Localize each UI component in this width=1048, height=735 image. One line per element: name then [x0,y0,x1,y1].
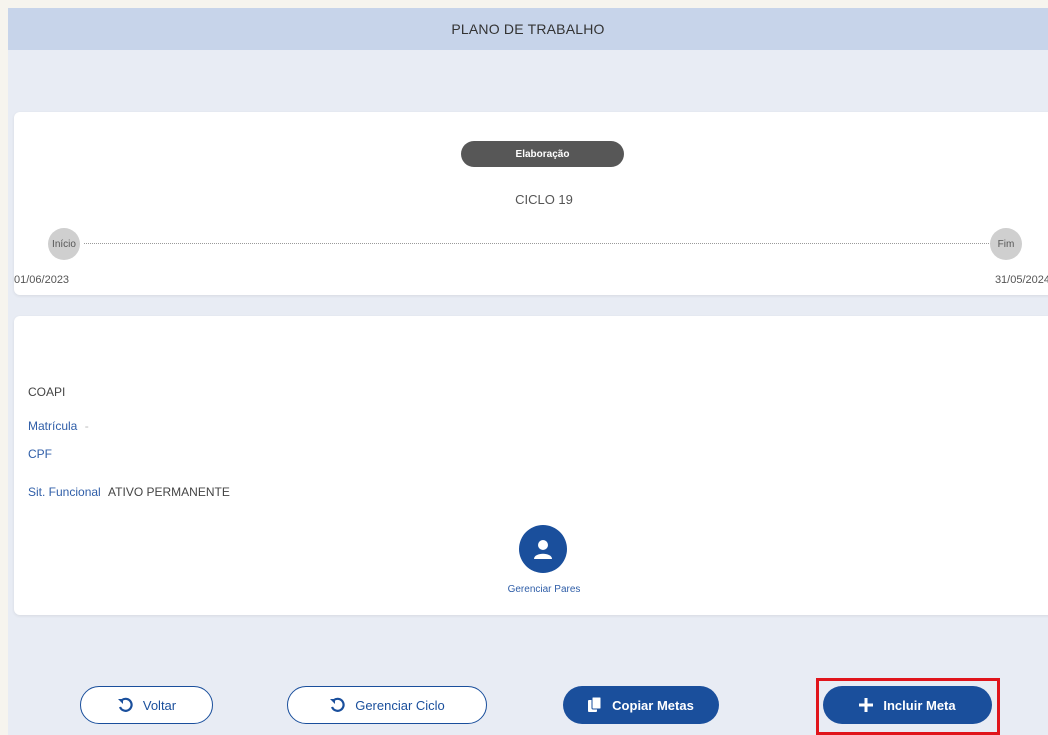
gerenciar-ciclo-button[interactable]: Gerenciar Ciclo [287,686,487,724]
sit-funcional-value: ATIVO PERMANENTE [108,485,230,499]
timeline-start-label: Início [52,238,76,250]
sit-funcional-label: Sit. Funcional [28,485,101,499]
matricula-value: - [84,419,89,433]
undo-icon [329,697,345,713]
copiar-metas-label: Copiar Metas [612,697,694,713]
sit-funcional-field: Sit. Funcional ATIVO PERMANENTE [28,485,230,499]
start-date: 01/06/2023 [14,274,70,286]
gerenciar-pares-label[interactable]: Gerenciar Pares [484,584,604,595]
gerenciar-pares-button[interactable] [519,525,567,573]
cycle-card: Elaboração CICLO 19 Início Fim 01/06/202… [14,112,1048,295]
status-badge: Elaboração [461,141,624,167]
copiar-metas-button[interactable]: Copiar Metas [563,686,719,724]
page-header: PLANO DE TRABALHO [8,8,1048,50]
unit-name: COAPI [28,385,66,399]
voltar-button[interactable]: Voltar [80,686,213,724]
timeline-end-node: Fim [990,228,1022,260]
timeline-line [84,243,999,244]
app-container: PLANO DE TRABALHO Elaboração CICLO 19 In… [8,8,1048,735]
end-date: 31/05/2024 [994,274,1048,286]
user-icon [531,537,555,561]
cycle-title: CICLO 19 [515,192,573,207]
profile-card: COAPI Matrícula - CPF Sit. Funcional ATI… [14,316,1048,615]
voltar-label: Voltar [142,697,177,713]
timeline-start-node: Início [48,228,80,260]
matricula-field: Matrícula - [28,419,89,433]
gerenciar-ciclo-label: Gerenciar Ciclo [355,697,445,713]
cpf-label: CPF [28,447,52,461]
highlight-box [816,678,1000,735]
timeline-end-label: Fim [997,238,1015,250]
matricula-label: Matrícula [28,419,78,433]
cpf-field: CPF [28,447,52,461]
page-title: PLANO DE TRABALHO [451,21,605,37]
undo-icon [117,697,133,713]
copy-icon [588,697,602,713]
